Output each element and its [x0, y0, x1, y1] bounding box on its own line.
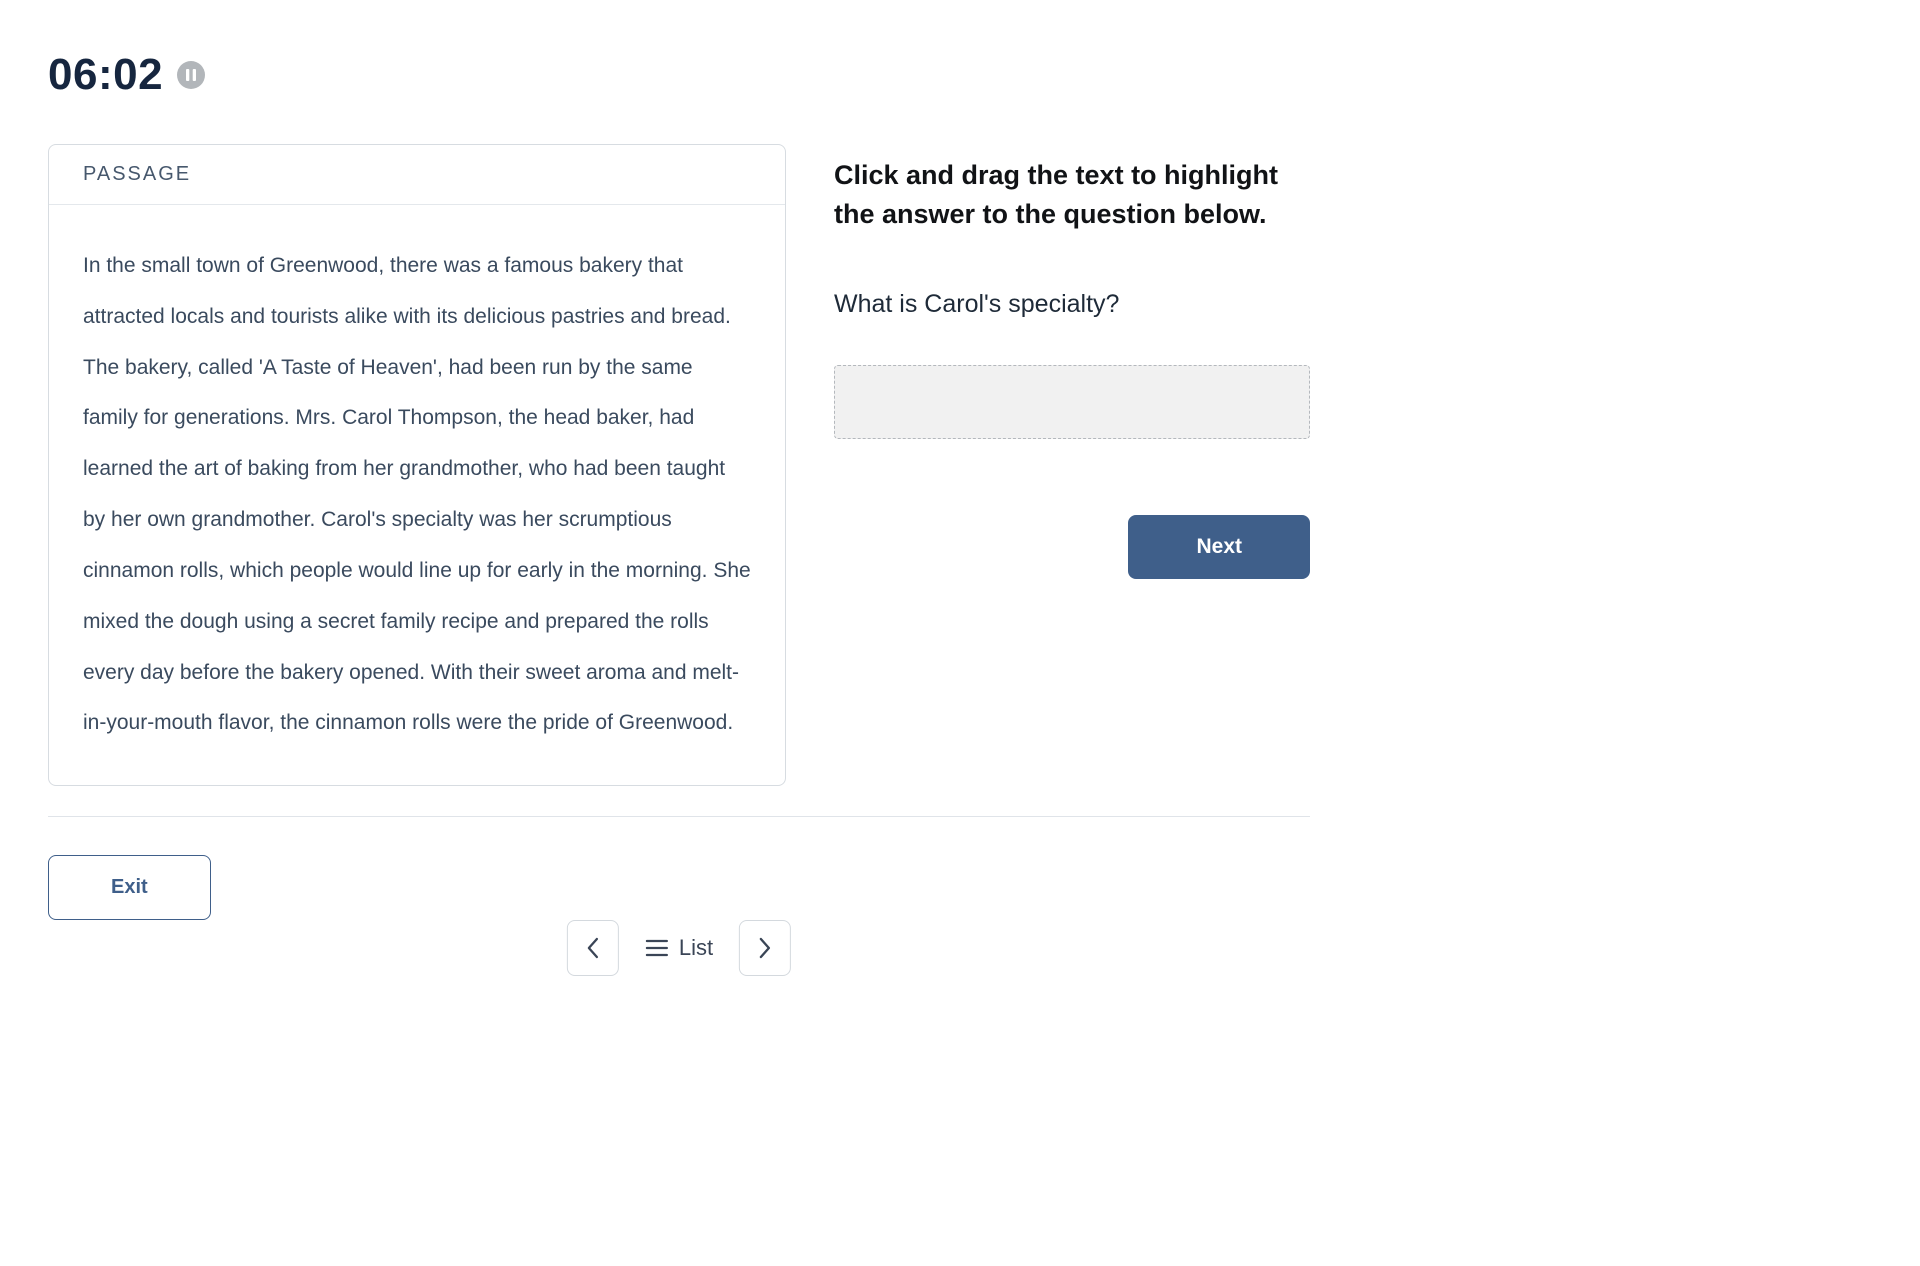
content-row: PASSAGE In the small town of Greenwood, …	[48, 144, 1310, 786]
next-button[interactable]: Next	[1128, 515, 1310, 579]
list-icon	[645, 938, 669, 958]
footer-divider	[48, 816, 1310, 817]
chevron-left-icon	[586, 937, 600, 959]
passage-header: PASSAGE	[49, 145, 785, 205]
answer-dropzone[interactable]	[834, 365, 1310, 439]
list-button[interactable]: List	[637, 935, 721, 961]
passage-text[interactable]: In the small town of Greenwood, there wa…	[83, 241, 751, 749]
header-row: 06:02	[48, 50, 1310, 100]
pause-button[interactable]	[177, 61, 205, 89]
question-panel: Click and drag the text to highlight the…	[834, 144, 1310, 579]
chevron-right-icon	[758, 937, 772, 959]
question-prompt: What is Carol's specialty?	[834, 290, 1310, 319]
prev-button[interactable]	[567, 920, 619, 976]
passage-body: In the small town of Greenwood, there wa…	[49, 205, 785, 785]
instruction-text: Click and drag the text to highlight the…	[834, 156, 1310, 234]
list-button-label: List	[679, 935, 713, 961]
next-nav-button[interactable]	[739, 920, 791, 976]
footer-row: Exit List	[48, 855, 1310, 919]
passage-panel: PASSAGE In the small town of Greenwood, …	[48, 144, 786, 786]
pause-icon	[186, 69, 196, 81]
passage-header-label: PASSAGE	[83, 163, 751, 186]
timer-display: 06:02	[48, 50, 163, 100]
next-row: Next	[834, 515, 1310, 579]
nav-center: List	[567, 920, 791, 976]
exit-button[interactable]: Exit	[48, 855, 211, 920]
